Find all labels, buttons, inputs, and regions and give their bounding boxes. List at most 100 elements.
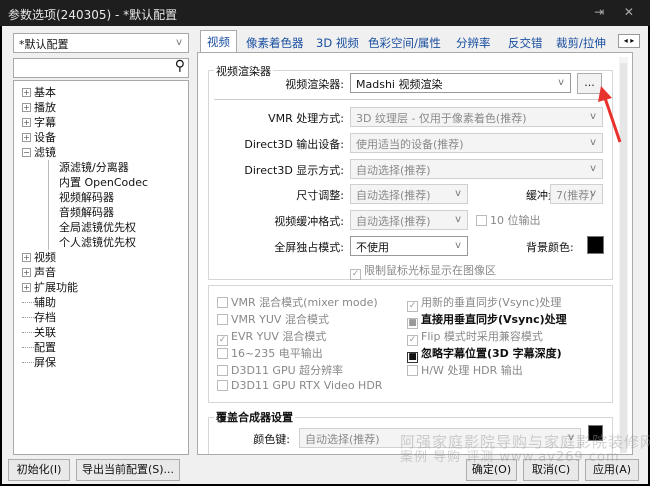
profile-select[interactable]: *默认配置v (13, 33, 189, 53)
option-checkbox[interactable]: ■直接用垂直同步(Vsync)处理 (407, 311, 567, 329)
tab-3[interactable]: 色彩空间/属性 (362, 32, 447, 52)
tree-item[interactable]: 个人滤镜优先权 (48, 235, 136, 250)
tree-item[interactable]: 音频解码器 (48, 205, 114, 220)
tree-item-label: 扩展功能 (34, 281, 78, 294)
expand-icon[interactable]: + (22, 118, 31, 127)
option-checkbox[interactable]: ✓Flip 模式时采用兼容模式 (407, 328, 543, 346)
fullscreen-label: 全屏独占模式: (274, 239, 344, 255)
expand-icon[interactable]: + (22, 253, 31, 262)
d3d-display-select[interactable]: 自动选择(推荐)v (350, 159, 603, 179)
checkbox-box[interactable] (217, 297, 228, 308)
resize-label: 尺寸调整: (296, 187, 344, 203)
checkbox-box[interactable] (217, 380, 228, 391)
option-checkbox[interactable]: D3D11 GPU RTX Video HDR (217, 379, 382, 392)
expand-icon[interactable]: + (22, 103, 31, 112)
tree-item[interactable]: +声音 (22, 265, 56, 280)
checkbox-box[interactable] (476, 215, 487, 226)
limit-cursor-checkbox[interactable]: ✓限制鼠标光标显示在图像区 (350, 262, 496, 280)
tree-item[interactable]: 存档 (22, 310, 56, 325)
tree-item[interactable]: 全局滤镜优先权 (48, 220, 136, 235)
overlay-group-title: 覆盖合成器设置 (214, 409, 295, 425)
tree-item[interactable]: +播放 (22, 100, 56, 115)
window-controls[interactable]: ⇥ ✕ (594, 5, 642, 19)
chevron-down-icon: v (455, 188, 461, 199)
checkbox-box[interactable] (407, 365, 418, 376)
buffer-value: 7(推荐) (556, 189, 594, 202)
vmr-select[interactable]: 3D 纹理层 - 仅用于像素着色(推荐)v (350, 107, 603, 127)
collapse-icon[interactable]: − (22, 148, 31, 157)
tree-item-label: 全局滤镜优先权 (59, 221, 136, 234)
tree-item[interactable]: +字幕 (22, 115, 56, 130)
option-label: D3D11 GPU 超分辨率 (231, 364, 343, 377)
chevron-down-icon: v (455, 240, 461, 251)
tree-item[interactable]: +视频 (22, 250, 56, 265)
option-checkbox[interactable]: ✓EVR YUV 混合模式 (217, 328, 326, 346)
option-label: 用新的垂直同步(Vsync)处理 (421, 296, 561, 309)
chevron-down-icon: v (558, 77, 564, 88)
resize-value: 自动选择(推荐) (356, 189, 431, 202)
tree-item[interactable]: 内置 OpenCodec (48, 175, 148, 190)
tree-item[interactable]: +设备 (22, 130, 56, 145)
checkbox-box[interactable] (217, 348, 228, 359)
option-label: EVR YUV 混合模式 (231, 330, 326, 343)
tree-item-label: 内置 OpenCodec (59, 176, 148, 189)
tab-0[interactable]: 视频 (200, 30, 237, 53)
tree-item-label: 配置 (34, 341, 56, 354)
option-checkbox[interactable]: VMR YUV 混合模式 (217, 311, 329, 327)
tab-6[interactable]: 裁剪/拉伸 (550, 32, 612, 52)
search-input[interactable]: ⚲ (13, 58, 189, 78)
tree-item[interactable]: +扩展功能 (22, 280, 78, 295)
settings-tree[interactable]: +基本+播放+字幕+设备−滤镜源滤镜/分离器内置 OpenCodec视频解码器音… (13, 80, 189, 455)
checkbox-box[interactable] (217, 365, 228, 376)
expand-icon[interactable]: + (22, 283, 31, 292)
tree-item[interactable]: +基本 (22, 85, 56, 100)
tree-item[interactable]: 配置 (22, 340, 56, 355)
option-checkbox[interactable]: VMR 混合模式(mixer mode) (217, 294, 378, 310)
tree-item[interactable]: 关联 (22, 325, 56, 340)
bg-color-swatch[interactable] (587, 236, 604, 254)
tree-item[interactable]: 屏保 (22, 355, 56, 370)
expand-icon[interactable]: + (22, 88, 31, 97)
checkbox-box[interactable]: ✓ (350, 269, 361, 280)
renderer-select[interactable]: Madshi 视频渲染v (350, 73, 571, 93)
resize-select[interactable]: 自动选择(推荐) v (350, 184, 468, 204)
export-button[interactable]: 导出当前配置(S)... (76, 459, 180, 481)
buffer-format-select[interactable]: 自动选择(推荐)v (350, 210, 468, 230)
option-checkbox[interactable]: H/W 处理 HDR 输出 (407, 362, 523, 378)
vmr-label: VMR 处理方式: (268, 110, 344, 126)
option-checkbox[interactable]: 16~235 电平输出 (217, 345, 323, 361)
fullscreen-select[interactable]: 不使用v (350, 236, 468, 256)
init-button[interactable]: 初始化(I) (8, 459, 70, 481)
expand-icon[interactable]: + (22, 133, 31, 142)
option-checkbox[interactable]: ■忽略字幕位置(3D 字幕深度) (407, 345, 562, 363)
tab-scroll-buttons[interactable]: ◂ ▸ (618, 34, 640, 48)
tree-item-label: 个人滤镜优先权 (59, 236, 136, 249)
expand-icon[interactable]: + (22, 268, 31, 277)
tenbit-label: 10 位输出 (490, 214, 541, 227)
arrow-right-icon[interactable]: ▸ (630, 36, 634, 45)
video-tab-panel: 视频渲染器 视频渲染器: Madshi 视频渲染v ... VMR 处理方式: … (197, 52, 633, 455)
tab-2[interactable]: 3D 视频 (310, 32, 365, 52)
tab-5[interactable]: 反交错 (502, 32, 549, 52)
tree-item[interactable]: 源滤镜/分离器 (48, 160, 129, 175)
tree-item[interactable]: 辅助 (22, 295, 56, 310)
tree-line (22, 302, 34, 303)
buffer-select[interactable]: 7(推荐)v (550, 184, 603, 204)
tab-1[interactable]: 像素着色器 (240, 32, 310, 52)
tree-line (22, 362, 34, 363)
limit-cursor-label: 限制鼠标光标显示在图像区 (364, 264, 496, 277)
option-label: VMR 混合模式(mixer mode) (231, 296, 378, 309)
chevron-down-icon: v (590, 163, 596, 174)
tab-4[interactable]: 分辨率 (450, 32, 497, 52)
option-label: 忽略字幕位置(3D 字幕深度) (421, 347, 562, 360)
tree-item-label: 关联 (34, 326, 56, 339)
checkbox-box[interactable] (217, 314, 228, 325)
d3d-device-select[interactable]: 使用适当的设备(推荐)v (350, 133, 603, 153)
tree-item[interactable]: 视频解码器 (48, 190, 114, 205)
arrow-left-icon[interactable]: ◂ (624, 36, 628, 45)
search-icon[interactable]: ⚲ (175, 58, 185, 74)
option-checkbox[interactable]: ✓用新的垂直同步(Vsync)处理 (407, 294, 561, 312)
tree-item[interactable]: −滤镜 (22, 145, 56, 160)
tenbit-checkbox[interactable]: 10 位输出 (476, 212, 541, 228)
option-checkbox[interactable]: D3D11 GPU 超分辨率 (217, 362, 343, 378)
